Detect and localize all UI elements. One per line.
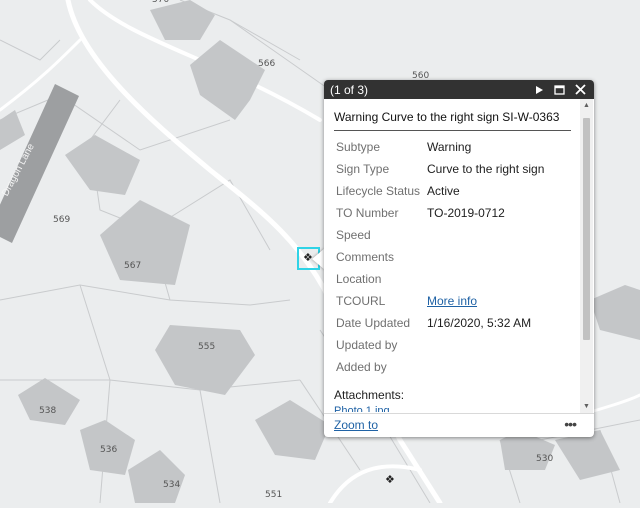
attribute-row: Location xyxy=(334,268,574,290)
sign-marker-icon[interactable]: ❖ xyxy=(385,475,395,486)
next-feature-button[interactable] xyxy=(528,80,549,99)
parcel-label: 566 xyxy=(258,59,276,69)
attribute-key: Subtype xyxy=(336,140,381,154)
parcel-label: 567 xyxy=(124,261,142,271)
attribute-value xyxy=(425,246,574,268)
attribute-value: Active xyxy=(427,184,460,198)
attribute-value: More info xyxy=(425,290,574,312)
popup-title: Warning Curve to the right sign SI-W-036… xyxy=(334,110,571,131)
feature-popup: (1 of 3) Warning Curve to the right sign… xyxy=(324,80,594,437)
attribute-value xyxy=(425,224,574,246)
parcel-label: 536 xyxy=(100,445,118,455)
attribute-key: Updated by xyxy=(336,338,398,352)
more-info-link[interactable]: More info xyxy=(427,294,477,308)
attribute-value xyxy=(425,334,574,356)
attribute-value: Warning xyxy=(427,140,472,154)
parcel-label: 530 xyxy=(536,454,554,464)
attribute-key: TCOURL xyxy=(336,294,386,308)
maximize-icon xyxy=(554,84,565,95)
play-icon xyxy=(535,85,543,94)
popup-pager: (1 of 3) xyxy=(330,82,369,97)
attribute-key: Speed xyxy=(336,228,371,242)
attribute-row: Added by xyxy=(334,356,574,378)
popup-content[interactable]: Warning Curve to the right sign SI-W-036… xyxy=(324,99,580,413)
parcel-label: 534 xyxy=(163,480,181,490)
parcel-label: 555 xyxy=(198,342,216,352)
attribute-row: TO Number TO-2019-0712 xyxy=(334,202,574,224)
attribute-value: 1/16/2020, 5:32 AM xyxy=(427,316,532,330)
attachment-link[interactable]: Photo 1.jpg xyxy=(334,405,580,412)
parcel-label: 538 xyxy=(39,406,57,416)
maximize-button[interactable] xyxy=(549,80,570,99)
attribute-value xyxy=(425,356,574,378)
attachments-heading: Attachments: xyxy=(334,388,405,402)
attribute-value: TO-2019-0712 xyxy=(427,206,505,220)
attribute-row: Comments xyxy=(334,246,574,268)
attribute-key: Lifecycle Status xyxy=(336,184,421,198)
attribute-table: Subtype Warning Sign Type Curve to the rig… xyxy=(334,136,574,378)
more-options-icon[interactable]: ••• xyxy=(564,416,577,432)
zoom-to-link[interactable]: Zoom to xyxy=(334,418,378,432)
parcel-label: 569 xyxy=(53,215,71,225)
close-icon xyxy=(575,84,586,95)
parcel-label: 570 xyxy=(152,0,170,5)
scroll-up-arrow-icon[interactable]: ▲ xyxy=(580,99,593,112)
attribute-row: Speed xyxy=(334,224,574,246)
attribute-row: TCOURL More info xyxy=(334,290,574,312)
attribute-key: Location xyxy=(336,272,382,286)
parcel-label: 551 xyxy=(265,490,283,500)
attribute-value xyxy=(425,268,574,290)
scroll-down-arrow-icon[interactable]: ▼ xyxy=(580,400,593,413)
attribute-key: TO Number xyxy=(336,206,399,220)
attribute-key: Added by xyxy=(336,360,387,374)
attribute-value: Curve to the right sign xyxy=(427,162,545,176)
close-button[interactable] xyxy=(570,80,591,99)
attribute-row: Subtype Warning xyxy=(334,136,574,158)
popup-scrollbar[interactable]: ▲ ▼ xyxy=(580,99,593,413)
attribute-key: Date Updated xyxy=(336,316,411,330)
scroll-thumb[interactable] xyxy=(583,118,590,340)
attribute-key: Sign Type xyxy=(336,162,390,176)
attribute-row: Date Updated 1/16/2020, 5:32 AM xyxy=(334,312,574,334)
attribute-row: Sign Type Curve to the right sign xyxy=(334,158,574,180)
popup-footer: Zoom to ••• xyxy=(324,413,594,437)
attribute-key: Comments xyxy=(336,250,395,264)
attribute-row: Updated by xyxy=(334,334,574,356)
attribute-row: Lifecycle Status Active xyxy=(334,180,574,202)
popup-header: (1 of 3) xyxy=(324,80,594,99)
